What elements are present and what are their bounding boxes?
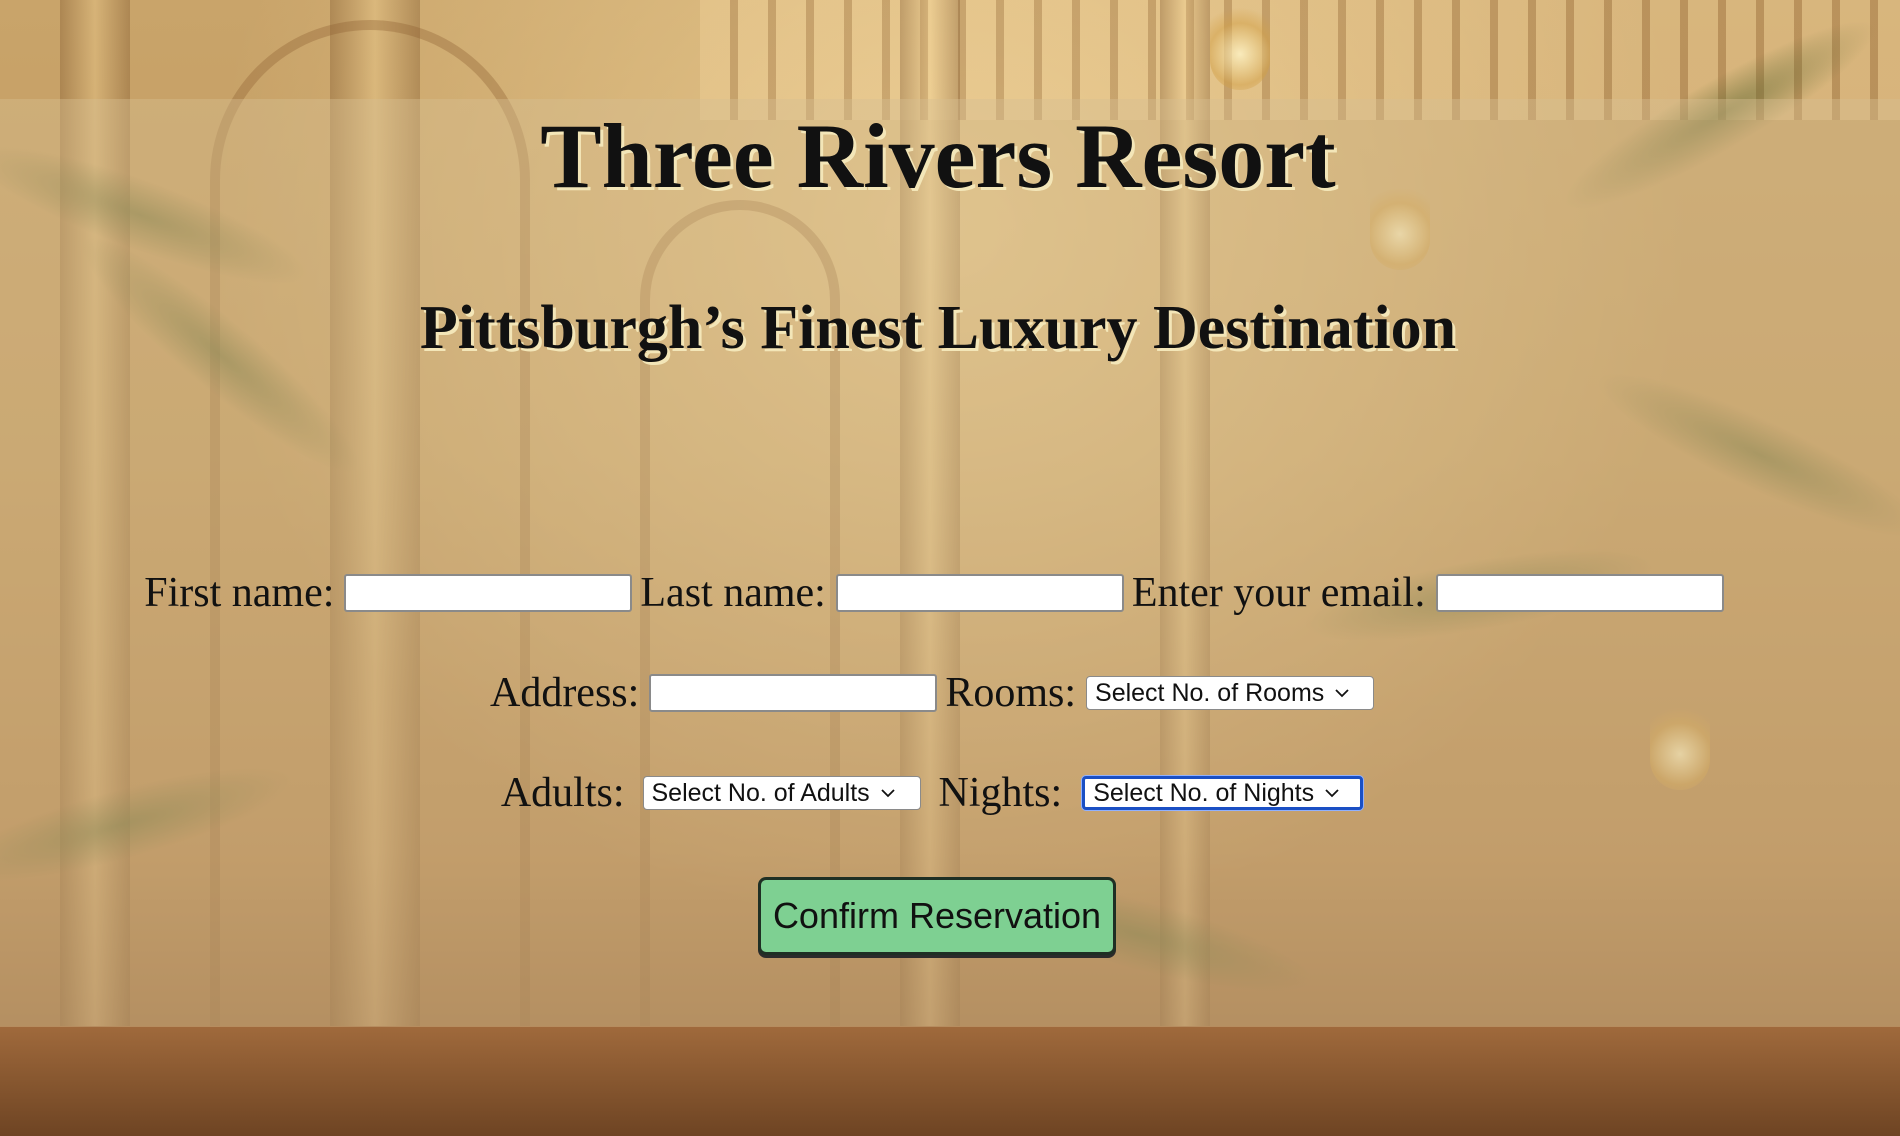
first-name-label: First name: bbox=[144, 570, 335, 616]
last-name-label: Last name: bbox=[640, 570, 826, 616]
rooms-select-value: Select No. of Rooms bbox=[1095, 678, 1325, 707]
address-label: Address: bbox=[489, 670, 640, 716]
adults-label: Adults: bbox=[500, 770, 625, 816]
page-subtitle: Pittsburgh’s Finest Luxury Destination bbox=[419, 294, 1457, 362]
chevron-down-icon bbox=[1335, 689, 1349, 698]
adults-nights-row: Adults: Select No. of Adults Nights: Sel… bbox=[0, 768, 1876, 818]
address-input[interactable] bbox=[649, 674, 938, 712]
nights-select-value: Select No. of Nights bbox=[1093, 778, 1315, 807]
email-input[interactable] bbox=[1435, 574, 1724, 612]
nights-label: Nights: bbox=[938, 770, 1063, 816]
name-email-row: First name: Last name: Enter your email: bbox=[0, 568, 1876, 618]
address-rooms-row: Address: Rooms: Select No. of Rooms bbox=[0, 668, 1876, 718]
page-title: Three Rivers Resort bbox=[540, 105, 1336, 207]
chandelier bbox=[1210, 0, 1270, 90]
rooms-label: Rooms: bbox=[945, 670, 1077, 716]
adults-select-value: Select No. of Adults bbox=[651, 778, 870, 807]
confirm-reservation-button[interactable]: Confirm Reservation bbox=[758, 877, 1116, 955]
rooms-select[interactable]: Select No. of Rooms bbox=[1086, 676, 1375, 710]
first-name-input[interactable] bbox=[344, 574, 633, 612]
chevron-down-icon bbox=[881, 789, 895, 798]
email-label: Enter your email: bbox=[1131, 570, 1426, 616]
last-name-input[interactable] bbox=[835, 574, 1124, 612]
adults-select[interactable]: Select No. of Adults bbox=[642, 776, 921, 810]
nights-select[interactable]: Select No. of Nights bbox=[1082, 776, 1364, 810]
floor bbox=[0, 1026, 1900, 1136]
chevron-down-icon bbox=[1325, 789, 1339, 798]
